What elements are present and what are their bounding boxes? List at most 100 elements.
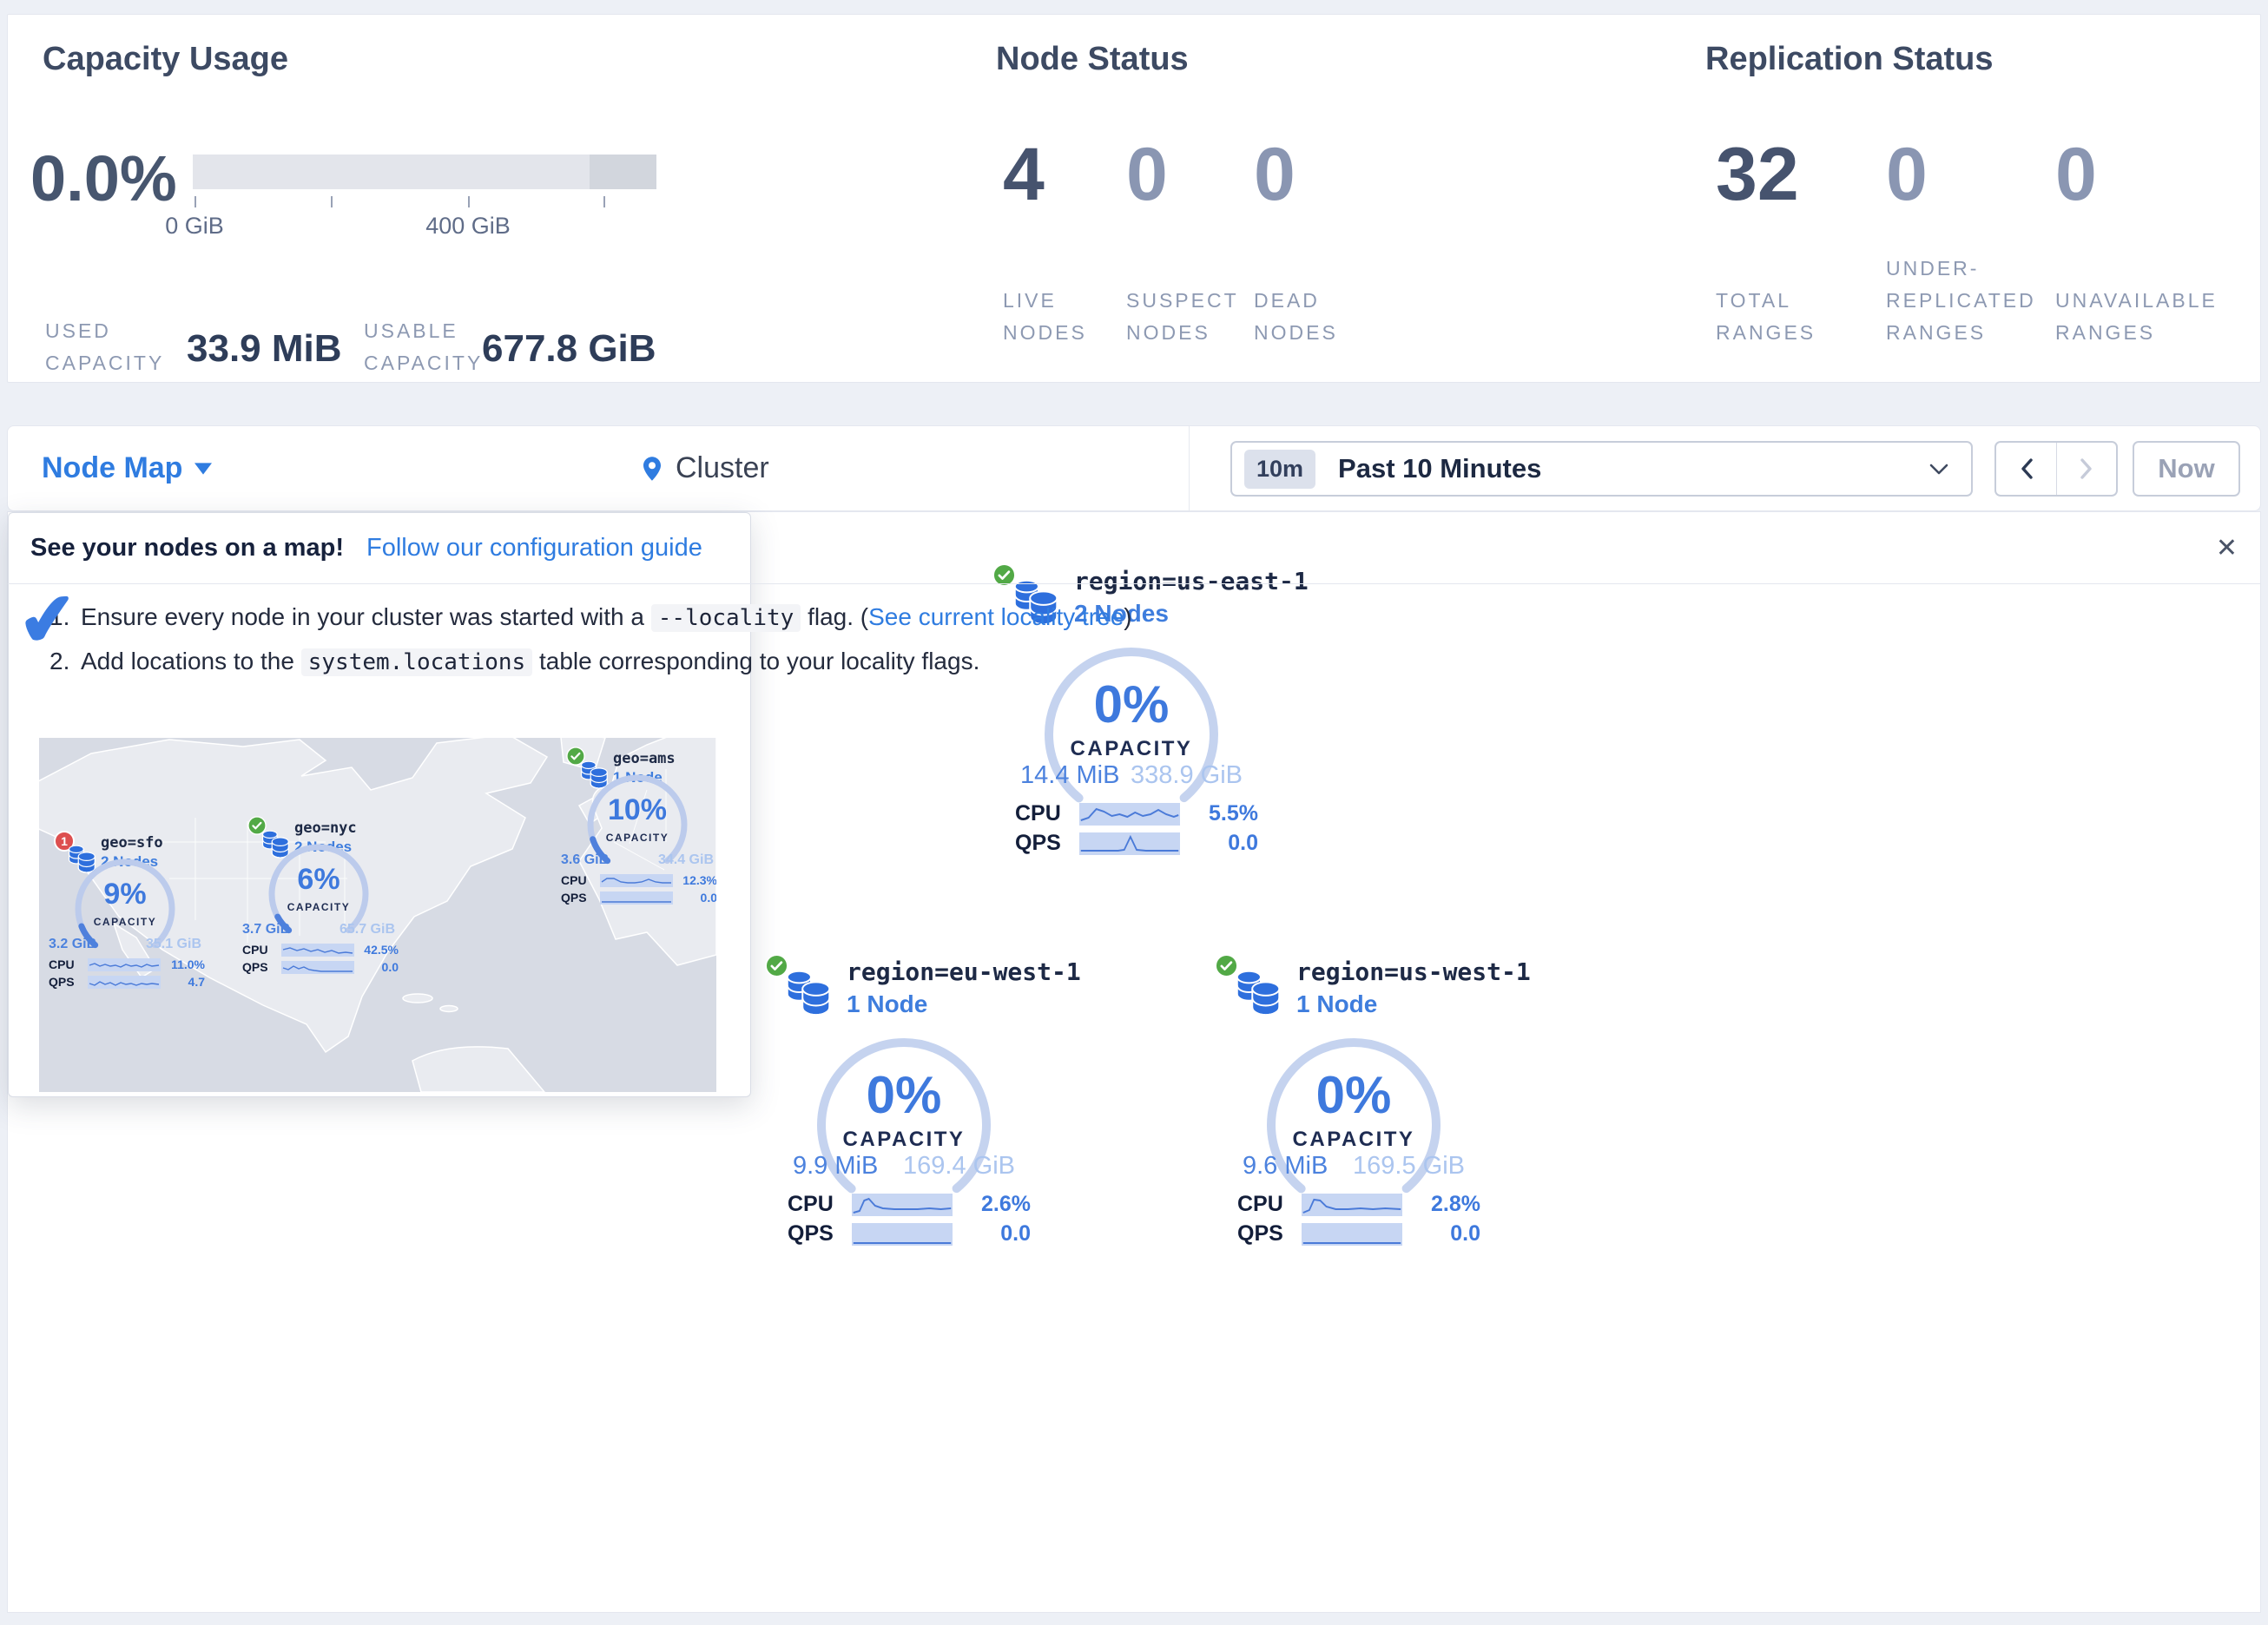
dead-nodes-label: DEAD NODES xyxy=(1254,285,1351,349)
capacity-gauge-label: CAPACITY xyxy=(756,1128,1052,1152)
capacity-total-value: 169.5 GiB xyxy=(1353,1152,1465,1181)
cpu-value: 2.6% xyxy=(963,1192,1031,1217)
capacity-percent: 0% xyxy=(756,1065,1052,1125)
capacity-axis-tick xyxy=(468,196,470,207)
capacity-used-value: 14.4 MiB xyxy=(1020,761,1119,790)
view-selector-dropdown[interactable]: Node Map xyxy=(42,426,212,510)
used-capacity-value: 33.9 MiB xyxy=(187,327,342,371)
capacity-total-value: 35.1 GiB xyxy=(146,937,201,952)
now-button[interactable]: Now xyxy=(2133,441,2240,497)
suspect-nodes-count: 0 xyxy=(1126,132,1168,218)
view-selector-label: Node Map xyxy=(42,451,182,485)
blue-check-icon: ✔ xyxy=(15,582,82,660)
configuration-guide-link[interactable]: Follow our configuration guide xyxy=(366,534,702,562)
view-toolbar: Node Map Cluster 10m Past 10 Minutes Now xyxy=(7,425,2261,511)
cpu-value: 11.0% xyxy=(167,957,205,971)
breadcrumb[interactable]: Cluster xyxy=(639,426,769,510)
capacity-axis-tick xyxy=(603,196,605,207)
cpu-label: CPU xyxy=(788,1192,841,1217)
capacity-used-value: 9.9 MiB xyxy=(793,1152,878,1181)
time-next-button[interactable] xyxy=(2056,443,2116,495)
capacity-gauge-label: CAPACITY xyxy=(984,737,1279,761)
instruction-step-1: 1. Ensure every node in your cluster was… xyxy=(49,597,2234,638)
locality-label: geo=nyc xyxy=(294,819,357,837)
total-ranges-label: TOTAL RANGES xyxy=(1716,285,1833,349)
time-range-badge: 10m xyxy=(1244,450,1315,489)
cpu-label: CPU xyxy=(1237,1192,1291,1217)
capacity-gauge-label: CAPACITY xyxy=(1206,1128,1501,1152)
capacity-axis-tick xyxy=(194,196,196,207)
live-nodes-label: LIVE NODES xyxy=(1003,285,1100,349)
qps-sparkline xyxy=(1302,1223,1402,1246)
capacity-usage-bar xyxy=(193,155,656,189)
used-capacity-label: USED CAPACITY xyxy=(45,315,184,379)
qps-sparkline xyxy=(852,1223,953,1246)
instruction-step-2: 2. Add locations to the system.locations… xyxy=(49,641,2234,682)
replication-status-title: Replication Status xyxy=(1705,41,1994,78)
capacity-total-value: 34.4 GiB xyxy=(658,852,714,868)
under-replicated-ranges-label: UNDER-REPLICATED RANGES xyxy=(1886,253,2064,349)
live-nodes-count: 4 xyxy=(1003,132,1045,218)
capacity-percent: 10% xyxy=(554,793,716,827)
locality-flag-code: --locality xyxy=(651,604,801,632)
capacity-gauge-label: CAPACITY xyxy=(554,832,716,844)
qps-label: QPS xyxy=(561,891,594,905)
step-text: Add locations to the system.locations ta… xyxy=(81,641,979,682)
time-range-label: Past 10 Minutes xyxy=(1338,453,1541,484)
map-node-ams: geo=ams 1 Node 10% CAPACITY 3.6 GiB 34.4… xyxy=(554,741,716,915)
qps-label: QPS xyxy=(1015,831,1069,856)
time-range-select[interactable]: 10m Past 10 Minutes xyxy=(1230,441,1973,497)
qps-value: 4.7 xyxy=(167,975,205,989)
cpu-value: 2.8% xyxy=(1413,1192,1480,1217)
cpu-sparkline xyxy=(852,1194,953,1216)
qps-label: QPS xyxy=(49,975,82,989)
cpu-sparkline xyxy=(281,944,354,957)
cpu-sparkline xyxy=(600,874,673,887)
cluster-overview-page: Capacity Usage 0.0% 0 GiB 400 GiB USED C… xyxy=(0,0,2268,1625)
capacity-gauge xyxy=(813,1034,995,1216)
capacity-percent: 9% xyxy=(42,878,208,911)
cpu-sparkline xyxy=(88,958,161,971)
cpu-sparkline xyxy=(1302,1194,1402,1216)
popup-divider xyxy=(8,583,2260,584)
capacity-usage-title: Capacity Usage xyxy=(43,41,288,78)
nodes-count-link[interactable]: 1 Node xyxy=(1296,990,1377,1018)
qps-sparkline xyxy=(1079,832,1180,855)
cpu-label: CPU xyxy=(49,957,82,971)
qps-value: 0.0 xyxy=(1190,831,1258,856)
toolbar-divider xyxy=(1189,426,1190,510)
cpu-value: 12.3% xyxy=(679,873,716,887)
capacity-gauge xyxy=(1263,1034,1445,1216)
popup-header: See your nodes on a map! Follow our conf… xyxy=(8,512,2260,583)
under-replicated-ranges-count: 0 xyxy=(1886,132,1928,218)
cpu-label: CPU xyxy=(1015,801,1069,826)
summary-panel: Capacity Usage 0.0% 0 GiB 400 GiB USED C… xyxy=(7,14,2261,383)
nodes-count-link[interactable]: 1 Node xyxy=(847,990,927,1018)
database-nodes-icon xyxy=(1232,964,1286,1020)
capacity-usage-bar-tail xyxy=(590,155,656,189)
region-locality-label: region=us-west-1 xyxy=(1296,957,1531,986)
cpu-label: CPU xyxy=(242,943,275,957)
locality-label: geo=ams xyxy=(613,750,676,767)
cpu-sparkline xyxy=(1079,803,1180,826)
step-text: Ensure every node in your cluster was st… xyxy=(81,597,1132,638)
close-icon[interactable]: ✕ xyxy=(2216,533,2238,563)
chevron-right-icon xyxy=(2080,458,2093,479)
capacity-gauge-label: CAPACITY xyxy=(235,901,402,913)
qps-label: QPS xyxy=(788,1221,841,1247)
map-node-sfo: 1 geo=sfo 2 Nodes 9% CAPACITY 3.2 GiB 35… xyxy=(42,826,208,999)
unavailable-ranges-label: UNAVAILABLE RANGES xyxy=(2055,285,2255,349)
caret-down-icon xyxy=(194,463,212,475)
time-prev-button[interactable] xyxy=(1996,443,2056,495)
suspect-nodes-label: SUSPECT NODES xyxy=(1126,285,1252,349)
capacity-used-value: 3.6 GiB xyxy=(561,852,609,868)
database-nodes-icon xyxy=(782,964,836,1020)
capacity-used-value: 9.6 MiB xyxy=(1243,1152,1328,1181)
locality-tree-link[interactable]: See current locality tree xyxy=(868,603,1124,630)
capacity-axis-label-400: 400 GiB xyxy=(399,213,537,240)
total-ranges-count: 32 xyxy=(1716,132,1799,218)
example-node-map: 1 geo=sfo 2 Nodes 9% CAPACITY 3.2 GiB 35… xyxy=(39,738,716,1092)
popup-title: See your nodes on a map! xyxy=(30,534,344,562)
popup-instructions: 1. Ensure every node in your cluster was… xyxy=(49,597,2234,686)
unavailable-ranges-count: 0 xyxy=(2055,132,2097,218)
